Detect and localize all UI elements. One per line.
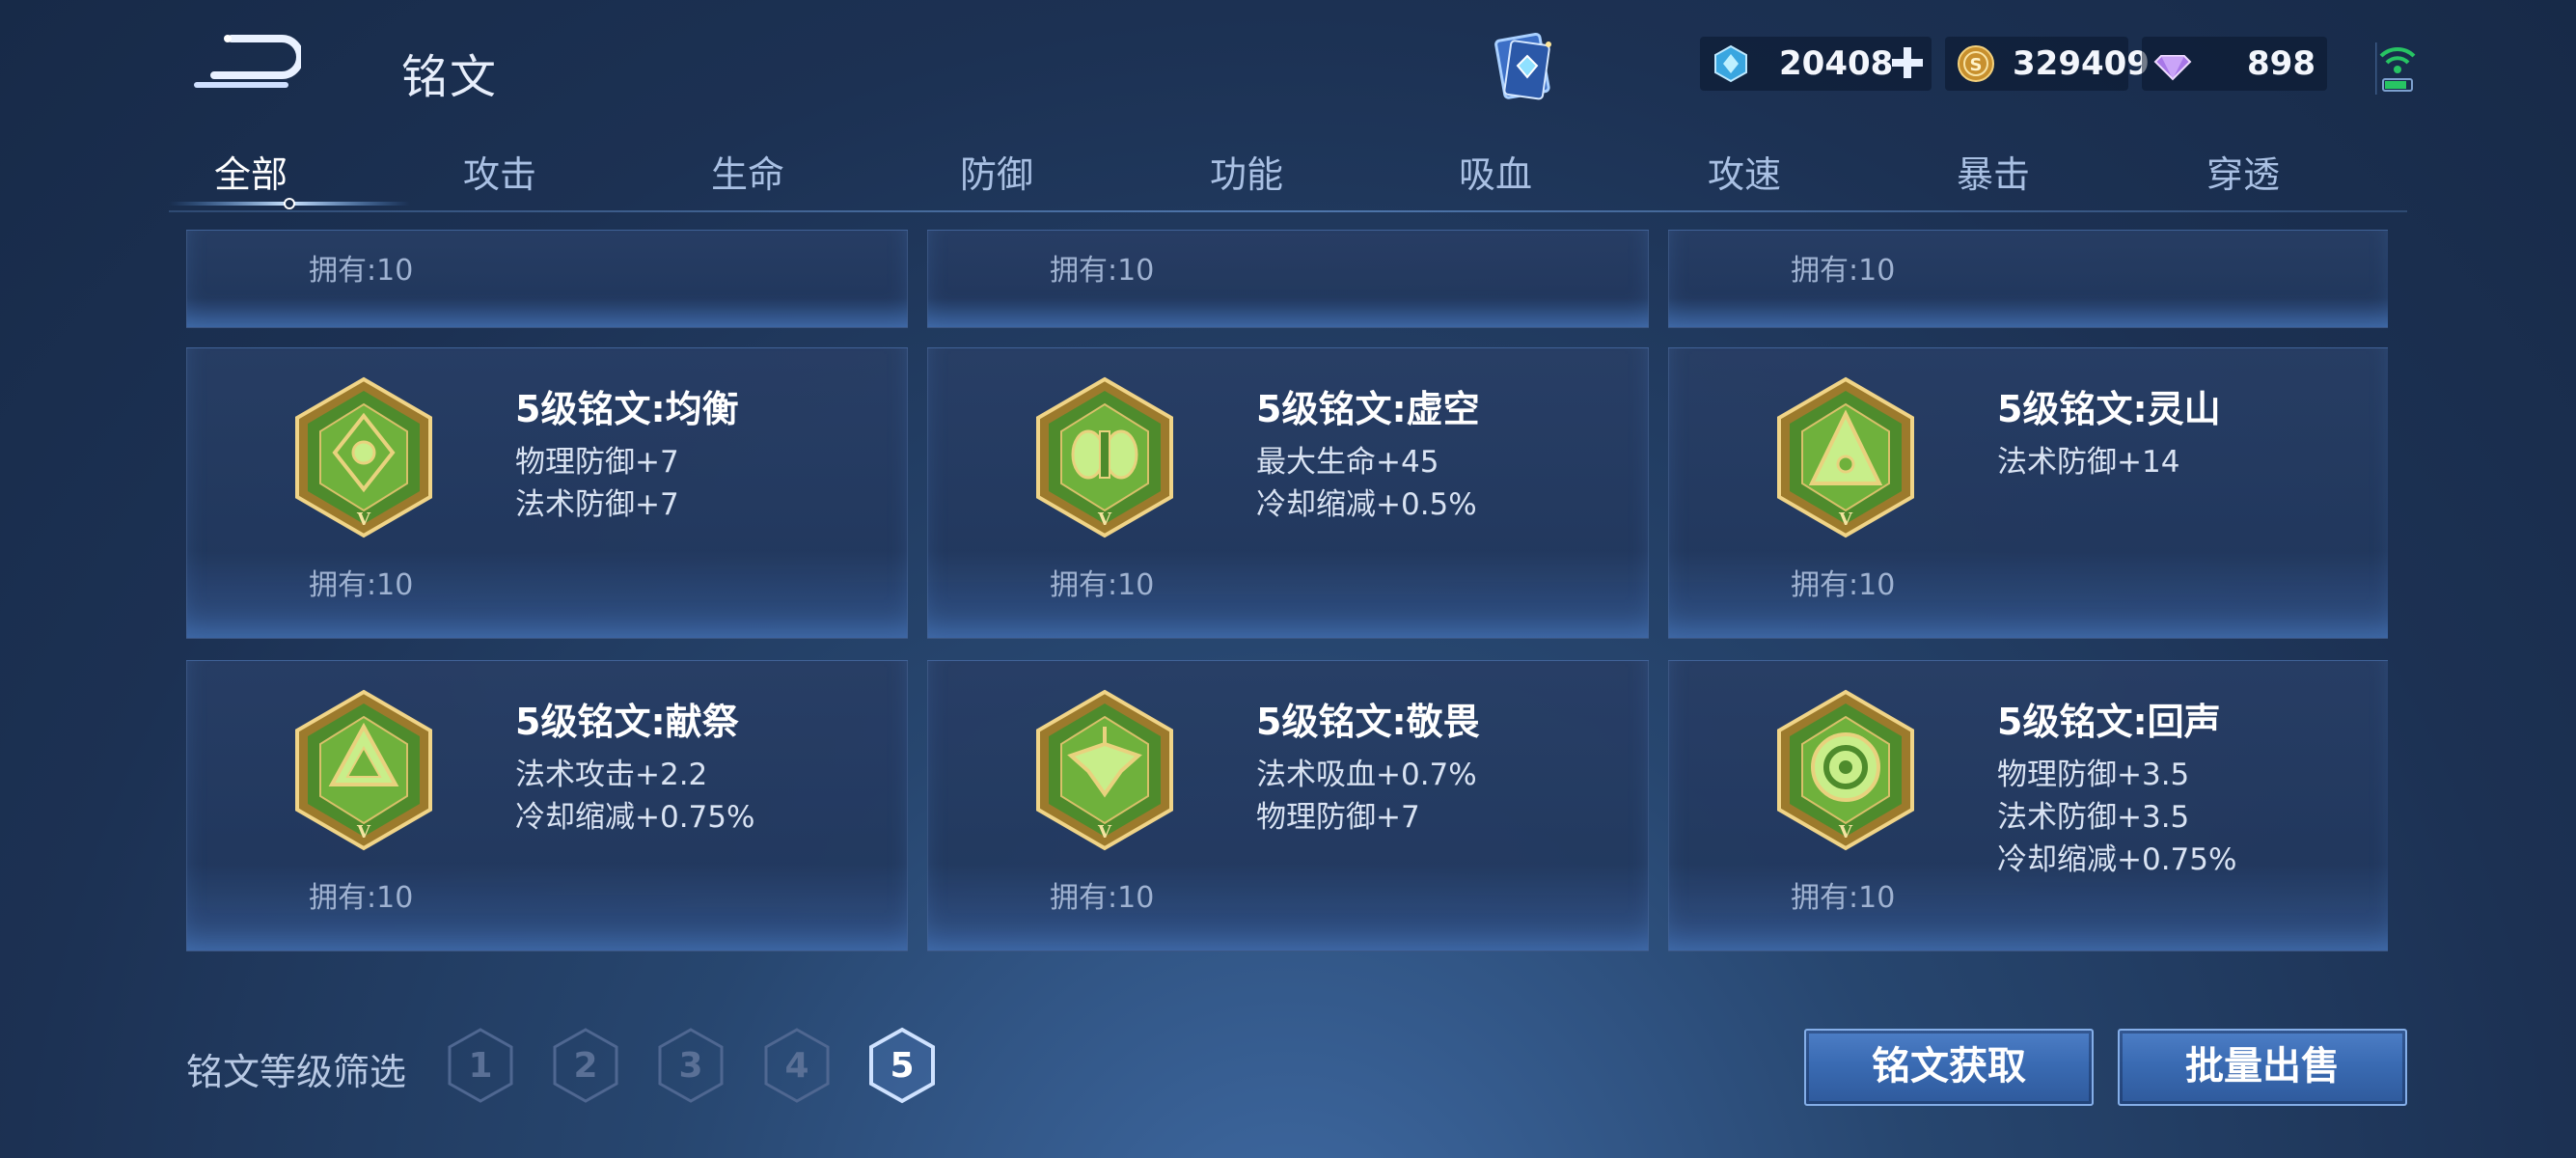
tab-penetration[interactable]: 穿透 (2118, 145, 2369, 198)
rune-stat: 冷却缩减+0.75% (515, 800, 755, 835)
rune-name: 5级铭文:回声 (1997, 701, 2221, 743)
svg-text:V: V (1838, 822, 1853, 842)
owned-count: 拥有:10 (1791, 881, 1896, 915)
owned-count: 拥有:10 (1791, 568, 1896, 602)
svg-text:V: V (1097, 822, 1112, 842)
gold-currency: S 329409 (1945, 37, 2150, 91)
owned-count: 拥有:10 (309, 881, 414, 915)
owned-count: 拥有:10 (1791, 254, 1896, 288)
rune-stat: 法术防御+3.5 (1997, 800, 2190, 835)
rune-stat: 法术防御+14 (1997, 445, 2180, 480)
page-title: 铭文 (401, 50, 499, 104)
rune-card-void[interactable]: V 5级铭文:虚空 最大生命+45 冷却缩减+0.5% 拥有:10 (927, 347, 1649, 639)
rune-card-awe[interactable]: V 5级铭文:敬畏 法术吸血+0.7% 物理防御+7 拥有:10 (927, 660, 1649, 951)
back-button[interactable] (193, 31, 304, 91)
rune-echo-icon: V (1777, 689, 1914, 851)
rune-stat: 冷却缩减+0.75% (1997, 842, 2237, 877)
tab-health[interactable]: 生命 (622, 145, 873, 198)
tab-critical[interactable]: 暴击 (1868, 145, 2119, 198)
rune-stat: 法术防御+7 (515, 487, 679, 522)
tab-utility[interactable]: 功能 (1121, 145, 1372, 198)
rune-mountain-icon: V (1777, 376, 1914, 538)
tab-attack[interactable]: 攻击 (374, 145, 625, 198)
owned-count: 拥有:10 (1050, 881, 1155, 915)
svg-text:V: V (356, 510, 371, 530)
rune-void-icon: V (1036, 376, 1173, 538)
rune-card[interactable]: 拥有:10 (1668, 230, 2388, 328)
rune-name: 5级铭文:均衡 (515, 388, 739, 430)
diamond-amount: 898 (2247, 44, 2316, 83)
rune-balance-icon: V (295, 376, 432, 538)
rune-stat: 物理防御+7 (1256, 800, 1420, 835)
gem-amount: 20408 (1779, 44, 1894, 83)
owned-count: 拥有:10 (309, 254, 414, 288)
active-tab-indicator (169, 198, 410, 209)
tab-all[interactable]: 全部 (125, 145, 376, 198)
owned-count: 拥有:10 (309, 568, 414, 602)
rune-stat: 物理防御+7 (515, 445, 679, 480)
rune-name: 5级铭文:敬畏 (1256, 701, 1480, 743)
tab-defense[interactable]: 防御 (871, 145, 1122, 198)
tab-lifesteal[interactable]: 吸血 (1370, 145, 1621, 198)
level-filter-1[interactable]: 1 (447, 1027, 514, 1104)
rune-name: 5级铭文:虚空 (1256, 388, 1480, 430)
level-filter-3[interactable]: 3 (657, 1027, 725, 1104)
level-filter-4[interactable]: 4 (763, 1027, 831, 1104)
rune-book-icon[interactable] (1481, 23, 1568, 110)
rune-card[interactable]: 拥有:10 (186, 230, 908, 328)
level-filter-label: 铭文等级筛选 (186, 1051, 407, 1093)
add-gem-button[interactable] (1887, 42, 1928, 83)
rune-card-balance[interactable]: V 5级铭文:均衡 物理防御+7 法术防御+7 拥有:10 (186, 347, 908, 639)
crystal-gem-icon (1714, 44, 1747, 83)
get-runes-button[interactable]: 铭文获取 (1804, 1029, 2094, 1106)
rune-card-mountain[interactable]: V 5级铭文:灵山 法术防御+14 拥有:10 (1668, 347, 2388, 639)
rune-grid: 拥有:10 拥有:10 拥有:10 V 5级铭文:均衡 物理防御+7 法术防御+… (186, 230, 2388, 955)
owned-count: 拥有:10 (1050, 568, 1155, 602)
svg-text:V: V (1838, 510, 1853, 530)
owned-count: 拥有:10 (1050, 254, 1155, 288)
category-tabs: 全部 攻击 生命 防御 功能 吸血 攻速 暴击 穿透 (169, 135, 2407, 212)
rune-awe-icon: V (1036, 689, 1173, 851)
gold-coin-icon: S (1958, 45, 1994, 82)
rune-stat: 最大生命+45 (1256, 445, 1439, 480)
rune-sacrifice-icon: V (295, 689, 432, 851)
tab-attack-speed[interactable]: 攻速 (1619, 145, 1870, 198)
rune-stat: 物理防御+3.5 (1997, 758, 2190, 792)
gold-amount: 329409 (2013, 44, 2150, 83)
rune-card-sacrifice[interactable]: V 5级铭文:献祭 法术攻击+2.2 冷却缩减+0.75% 拥有:10 (186, 660, 908, 951)
bulk-sell-button[interactable]: 批量出售 (2118, 1029, 2407, 1106)
gem-currency: 20408 (1700, 37, 1932, 91)
level-filter-5[interactable]: 5 (868, 1027, 936, 1104)
rune-name: 5级铭文:灵山 (1997, 388, 2221, 430)
rune-stat: 法术攻击+2.2 (515, 758, 708, 792)
diamond-currency: 898 (2142, 37, 2327, 91)
tab-divider (169, 210, 2407, 212)
rune-card-echo[interactable]: V 5级铭文:回声 物理防御+3.5 法术防御+3.5 冷却缩减+0.75% 拥… (1668, 660, 2388, 951)
back-arrow-icon (194, 35, 304, 88)
svg-text:V: V (356, 822, 371, 842)
rune-stat: 法术吸血+0.7% (1256, 758, 1477, 792)
svg-text:S: S (1970, 55, 1983, 75)
svg-text:V: V (1097, 510, 1112, 530)
level-filter-2[interactable]: 2 (552, 1027, 619, 1104)
diamond-icon (2153, 55, 2192, 81)
rune-name: 5级铭文:献祭 (515, 701, 739, 743)
rune-card[interactable]: 拥有:10 (927, 230, 1649, 328)
wifi-signal-icon (2373, 39, 2420, 95)
rune-stat: 冷却缩减+0.5% (1256, 487, 1477, 522)
